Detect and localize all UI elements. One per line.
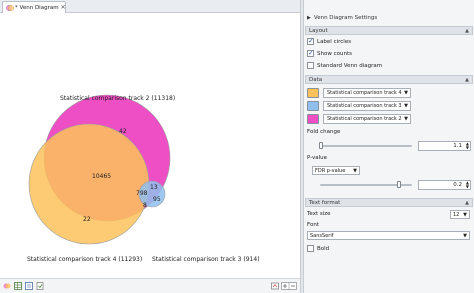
- track-select-2-value: Statistical comparison track 3: [327, 103, 402, 109]
- chevron-down-icon: ▼: [463, 211, 467, 218]
- circle-track4: [28, 123, 150, 245]
- show-counts-checkbox[interactable]: [307, 49, 314, 57]
- data-track-row: Statistical comparison track 3 ▼: [307, 101, 473, 111]
- color-swatch-track2[interactable]: [307, 114, 319, 124]
- zoom-tools-icon[interactable]: [281, 282, 297, 290]
- fold-change-label: Fold change: [307, 129, 341, 135]
- table-view-icon[interactable]: [14, 282, 22, 290]
- venn-icon: [6, 4, 14, 11]
- list-view-icon[interactable]: [25, 282, 33, 290]
- count-only4: 22: [83, 216, 91, 223]
- tab-venn-diagram[interactable]: * Venn Diagram ✕: [2, 1, 66, 13]
- fold-change-slider-handle[interactable]: [319, 142, 323, 149]
- app-root: * Venn Diagram ✕ Statistical comparison …: [0, 0, 474, 293]
- layout-section-header[interactable]: Layout ▲: [305, 26, 473, 35]
- chevron-down-icon: ▼: [404, 116, 408, 122]
- fold-change-input[interactable]: 1.1 ▲ ▼: [418, 141, 471, 151]
- label-track3: Statistical comparison track 3 (914): [152, 256, 260, 263]
- spinner-arrows-icon[interactable]: ▲ ▼: [466, 142, 469, 150]
- track-select-1[interactable]: Statistical comparison track 4 ▼: [323, 88, 411, 98]
- count-only3: 95: [153, 196, 161, 203]
- label-track2: Statistical comparison track 2 (11318): [60, 95, 175, 102]
- text-format-header-label: Text format: [309, 199, 341, 206]
- label-track4: Statistical comparison track 4 (11293): [27, 256, 142, 263]
- track-select-3[interactable]: Statistical comparison track 2 ▼: [323, 114, 411, 124]
- editor-pane: * Venn Diagram ✕ Statistical comparison …: [0, 0, 300, 293]
- label-circles-checkbox[interactable]: [307, 37, 314, 45]
- close-icon[interactable]: ✕: [61, 4, 66, 11]
- spinner-arrows-icon[interactable]: ▲ ▼: [466, 181, 469, 189]
- tab-title: * Venn Diagram: [15, 4, 59, 11]
- standard-venn-row[interactable]: Standard Venn diagram: [307, 61, 382, 70]
- font-label: Font: [307, 222, 319, 228]
- bold-row[interactable]: Bold: [307, 244, 329, 253]
- count-only2: 42: [119, 128, 127, 135]
- label-circles-row[interactable]: Label circles: [307, 37, 351, 46]
- data-section-header[interactable]: Data ▲: [305, 75, 473, 84]
- pvalue-label: P-value: [307, 155, 328, 161]
- pvalue-slider-handle[interactable]: [397, 181, 401, 188]
- pvalue-type-select[interactable]: FDR p-value ▼: [312, 166, 360, 175]
- venn-canvas: Statistical comparison track 2 (11318) S…: [0, 14, 300, 276]
- history-icon[interactable]: [36, 282, 44, 290]
- standard-venn-label: Standard Venn diagram: [317, 62, 383, 69]
- count-two-and-four: 10465: [92, 173, 111, 180]
- show-counts-row[interactable]: Show counts: [307, 49, 352, 58]
- count-all-three: 798: [136, 190, 148, 197]
- text-size-label: Text size: [307, 211, 331, 217]
- bold-checkbox[interactable]: [307, 245, 314, 252]
- chevron-down-icon: ▼: [463, 232, 467, 239]
- text-size-select[interactable]: 12 ▼: [450, 210, 470, 219]
- pvalue-input[interactable]: 0.2 ▲ ▼: [418, 180, 471, 190]
- count-four-and-three: 8: [143, 202, 147, 209]
- panel-arrow-icon[interactable]: ▶: [307, 15, 311, 21]
- collapse-icon[interactable]: ▲: [465, 28, 469, 34]
- fold-change-slider-track[interactable]: [320, 145, 412, 147]
- font-value: SansSerif: [310, 232, 334, 239]
- collapse-icon[interactable]: ▲: [465, 200, 469, 206]
- standard-venn-checkbox[interactable]: [307, 62, 314, 69]
- editor-footer: [0, 278, 300, 293]
- text-size-value: 12: [453, 211, 460, 218]
- label-circles-label: Label circles: [317, 38, 352, 45]
- pvalue-value: 0.2: [453, 182, 462, 188]
- fold-change-value: 1.1: [453, 143, 462, 149]
- tab-bar: * Venn Diagram ✕: [0, 0, 300, 13]
- track-select-2[interactable]: Statistical comparison track 3 ▼: [323, 101, 411, 111]
- export-icon[interactable]: [271, 282, 279, 290]
- data-track-row: Statistical comparison track 4 ▼: [307, 88, 473, 98]
- color-swatch-track4[interactable]: [307, 88, 319, 98]
- chevron-down-icon: ▼: [404, 90, 408, 96]
- data-header-label: Data: [309, 76, 323, 83]
- settings-title: Venn Diagram Settings: [313, 14, 378, 21]
- chevron-down-icon: ▼: [404, 103, 408, 109]
- track-select-1-value: Statistical comparison track 4: [327, 90, 402, 96]
- show-counts-label: Show counts: [317, 50, 352, 57]
- collapse-icon[interactable]: ▲: [465, 77, 469, 83]
- color-swatch-track3[interactable]: [307, 101, 319, 111]
- pvalue-type-value: FDR p-value: [315, 167, 346, 174]
- chevron-down-icon: ▼: [353, 167, 357, 174]
- settings-title-bar: ▶ Venn Diagram Settings: [304, 12, 474, 23]
- text-format-section-header[interactable]: Text format ▲: [305, 198, 473, 207]
- data-track-row: Statistical comparison track 2 ▼: [307, 114, 473, 124]
- font-select[interactable]: SansSerif ▼: [307, 231, 470, 240]
- bold-label: Bold: [317, 245, 330, 252]
- venn-diagram: Statistical comparison track 2 (11318) S…: [27, 94, 260, 263]
- count-two-and-three: 13: [150, 184, 158, 191]
- venn-view-icon[interactable]: [3, 282, 11, 290]
- layout-header-label: Layout: [309, 27, 328, 34]
- settings-panel: ▶ Venn Diagram Settings Layout ▲ Label c…: [304, 0, 474, 293]
- track-select-3-value: Statistical comparison track 2: [327, 116, 402, 122]
